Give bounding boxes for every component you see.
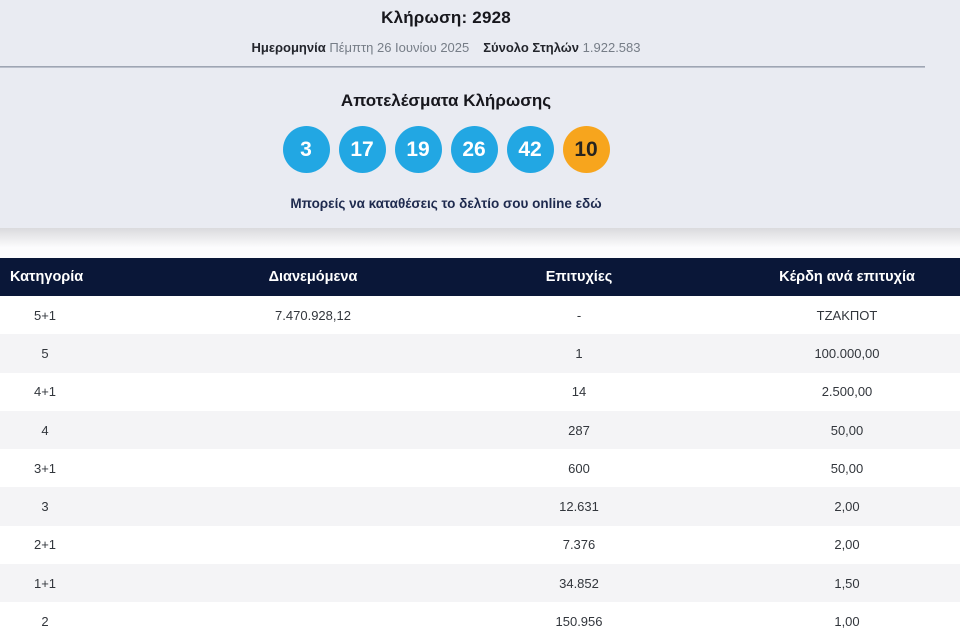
prize-cell: 1,50 xyxy=(834,575,860,591)
distributed-cell xyxy=(90,449,536,487)
total-columns-value: 1.922.583 xyxy=(582,40,641,55)
winning-number-ball: 42 xyxy=(506,126,554,173)
prize-cell: 50,00 xyxy=(830,422,864,438)
prize-cell: 100.000,00 xyxy=(814,345,880,361)
winners-cell: 12.631 xyxy=(559,499,599,515)
winners-cell: 34.852 xyxy=(559,575,599,591)
column-header-category: Κατηγορία xyxy=(0,258,90,296)
prize-cell: 2.500,00 xyxy=(821,384,873,400)
table-row: 5+1 7.470.928,12 - ΤΖΑΚΠΟΤ xyxy=(0,296,960,335)
column-header-winners: Επιτυχίες xyxy=(536,258,622,296)
distributed-cell xyxy=(90,564,536,602)
results-table-header: Κατηγορία Διανεμόμενα Επιτυχίες Κέρδη αν… xyxy=(0,258,960,296)
draw-header-section: Κλήρωση: 2928 Ημερομηνία Πέμπτη 26 Ιουνί… xyxy=(0,0,960,228)
winning-number-ball: 19 xyxy=(394,126,442,173)
winners-cell: 287 xyxy=(568,422,590,438)
section-separator xyxy=(0,228,960,258)
category-cell: 3 xyxy=(41,499,49,515)
prize-cell: 50,00 xyxy=(830,460,864,476)
winners-cell: 600 xyxy=(568,460,590,476)
draw-meta: Ημερομηνία Πέμπτη 26 Ιουνίου 2025 Σύνολο … xyxy=(0,40,892,55)
joker-number-ball: 10 xyxy=(562,126,610,173)
results-table: Κατηγορία Διανεμόμενα Επιτυχίες Κέρδη αν… xyxy=(0,258,960,641)
submit-online-link[interactable]: Μπορείς να καταθέσεις το δελτίο σου onli… xyxy=(0,196,892,211)
prize-cell: 2,00 xyxy=(834,499,860,515)
column-header-prize: Κέρδη ανά επιτυχία xyxy=(622,258,960,296)
distributed-cell xyxy=(90,602,536,641)
distributed-cell xyxy=(90,411,536,449)
total-columns-label: Σύνολο Στηλών xyxy=(483,40,580,55)
table-row: 4+1 14 2.500,00 xyxy=(0,372,960,411)
header-divider xyxy=(0,66,925,68)
distributed-cell xyxy=(90,526,536,564)
category-cell: 5+1 xyxy=(33,307,57,323)
results-table-body: 5+1 7.470.928,12 - ΤΖΑΚΠΟΤ 5 1 100.000,00 4+1 14… xyxy=(0,296,960,641)
table-row: 1+1 34.852 1,50 xyxy=(0,564,960,603)
draw-title: Κλήρωση: 2928 xyxy=(381,8,511,27)
draw-date: Ημερομηνία Πέμπτη 26 Ιουνίου 2025 xyxy=(251,40,469,55)
winners-cell: 14 xyxy=(571,384,587,400)
category-cell: 4+1 xyxy=(33,384,57,400)
winning-numbers: 3 17 19 26 42 10 xyxy=(0,126,892,173)
table-row: 2+1 7.376 2,00 xyxy=(0,525,960,565)
distributed-cell xyxy=(90,373,536,411)
category-cell: 2+1 xyxy=(33,537,57,553)
table-row: 3 12.631 2,00 xyxy=(0,487,960,526)
winning-number-ball: 3 xyxy=(282,126,330,173)
winning-number-ball: 26 xyxy=(450,126,498,173)
winners-cell: 1 xyxy=(575,345,583,361)
prize-cell: ΤΖΑΚΠΟΤ xyxy=(816,307,878,323)
winning-number-ball: 17 xyxy=(338,126,386,173)
total-columns: Σύνολο Στηλών 1.922.583 xyxy=(483,40,640,55)
prize-cell: 1,00 xyxy=(622,602,960,641)
winners-cell: 150.956 xyxy=(536,602,622,641)
column-header-distributed: Διανεμόμενα xyxy=(90,258,536,296)
category-cell: 2 xyxy=(0,602,90,641)
category-cell: 4 xyxy=(41,422,49,438)
category-cell: 3+1 xyxy=(33,460,57,476)
category-cell: 1+1 xyxy=(33,575,57,591)
date-label: Ημερομηνία xyxy=(251,40,326,55)
category-cell: 5 xyxy=(41,345,49,361)
winners-cell: 7.376 xyxy=(562,537,596,553)
results-title: Αποτελέσματα Κλήρωσης xyxy=(340,91,552,110)
table-row: 2 150.956 1,00 xyxy=(0,602,960,641)
table-row: 3+1 600 50,00 xyxy=(0,449,960,488)
distributed-cell xyxy=(90,334,536,372)
distributed-cell xyxy=(90,487,536,525)
table-row: 4 287 50,00 xyxy=(0,410,960,450)
date-value: Πέμπτη 26 Ιουνίου 2025 xyxy=(329,40,470,55)
prize-cell: 2,00 xyxy=(834,537,860,553)
distributed-cell: 7.470.928,12 xyxy=(275,307,351,323)
table-row: 5 1 100.000,00 xyxy=(0,334,960,373)
winners-cell: - xyxy=(576,307,582,323)
